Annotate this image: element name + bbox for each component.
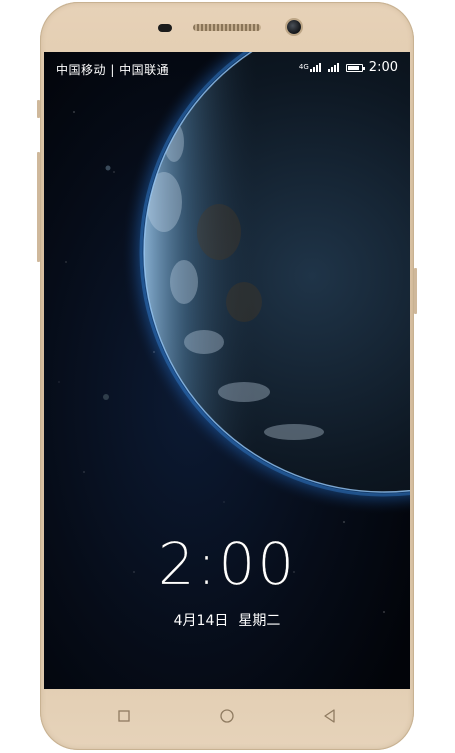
signal-1-icon (309, 63, 322, 72)
status-time: 2:00 (368, 60, 398, 75)
carrier-names: 中国移动 | 中国联通 (56, 63, 170, 77)
status-bar: 中国移动 | 中国联通 4G 2:00 (44, 52, 410, 82)
circle-icon[interactable] (217, 706, 237, 726)
navigation-bar (40, 692, 414, 738)
phone-body: 中国移动 | 中国联通 4G 2:00 2:00 4月14日 星期二 (37, 2, 417, 750)
battery-icon (345, 63, 365, 72)
lock-screen[interactable]: 中国移动 | 中国联通 4G 2:00 2:00 4月14日 星期二 (44, 52, 410, 689)
volume-button[interactable] (37, 100, 40, 118)
lockscreen-date: 4月14日 星期二 (44, 610, 410, 630)
square-icon[interactable] (114, 706, 134, 726)
weekday-text: 星期二 (238, 613, 281, 629)
side-key[interactable] (414, 268, 417, 314)
triangle-left-icon[interactable] (320, 706, 340, 726)
proximity-sensor (158, 24, 172, 32)
date-text: 4月14日 (173, 613, 229, 629)
earpiece-speaker (193, 24, 261, 31)
front-camera-icon (287, 20, 301, 34)
signal-2-icon (327, 63, 340, 72)
network-type: 4G (298, 62, 309, 71)
battery-fill (347, 65, 359, 70)
lockscreen-clock: 2:00 (157, 530, 297, 598)
device-frame: 中国移动 | 中国联通 4G 2:00 2:00 4月14日 星期二 (0, 0, 455, 753)
power-button[interactable] (37, 152, 40, 262)
status-indicators: 4G 2:00 (299, 60, 398, 75)
